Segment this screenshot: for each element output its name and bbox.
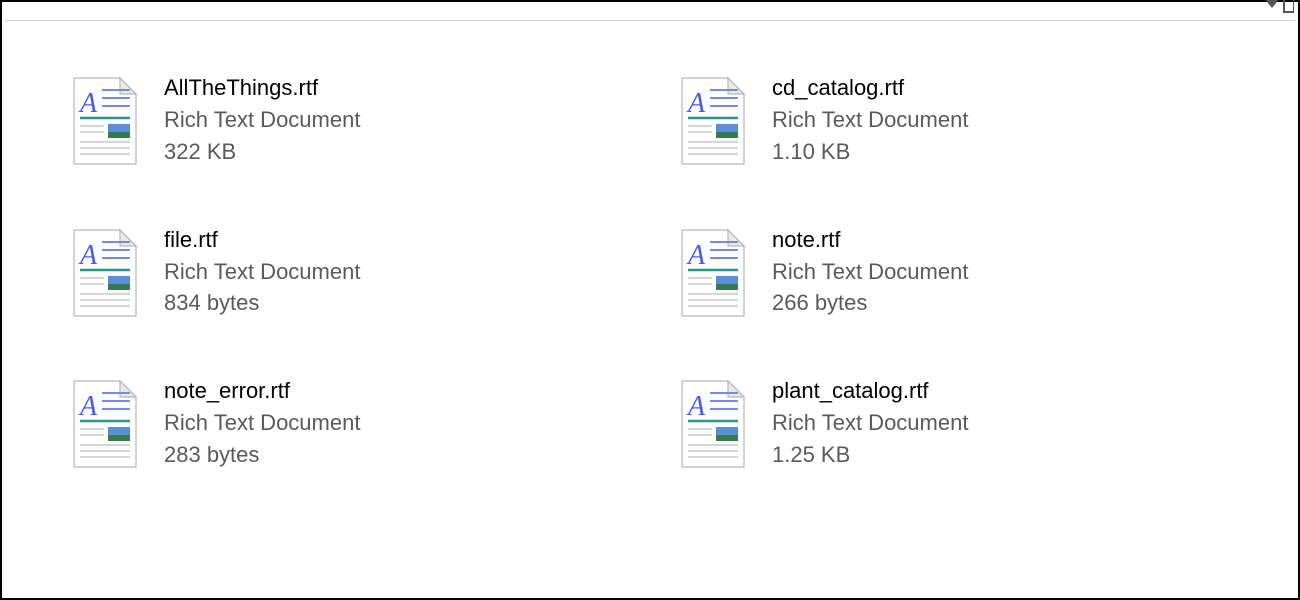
file-item[interactable]: A note_error.rtf Rich Text Document 283 … bbox=[72, 375, 620, 471]
rtf-file-icon: A bbox=[680, 379, 746, 469]
file-type: Rich Text Document bbox=[772, 407, 968, 439]
file-size: 322 KB bbox=[164, 136, 360, 168]
file-size: 1.10 KB bbox=[772, 136, 968, 168]
file-info: file.rtf Rich Text Document 834 bytes bbox=[164, 224, 360, 320]
file-item[interactable]: A AllTheThings.rtf Rich Text Document 32… bbox=[72, 72, 620, 168]
rtf-file-icon: A bbox=[72, 76, 138, 166]
file-grid: A AllTheThings.rtf Rich Text Document 32… bbox=[2, 2, 1298, 471]
rtf-file-icon: A bbox=[72, 379, 138, 469]
file-name: AllTheThings.rtf bbox=[164, 72, 360, 104]
file-info: AllTheThings.rtf Rich Text Document 322 … bbox=[164, 72, 360, 168]
file-type: Rich Text Document bbox=[164, 104, 360, 136]
svg-text:A: A bbox=[78, 240, 98, 271]
svg-text:A: A bbox=[686, 88, 706, 119]
svg-text:A: A bbox=[78, 88, 98, 119]
svg-text:A: A bbox=[686, 240, 706, 271]
file-size: 266 bytes bbox=[772, 287, 968, 319]
file-name: cd_catalog.rtf bbox=[772, 72, 968, 104]
file-item[interactable]: A plant_catalog.rtf Rich Text Document 1… bbox=[680, 375, 1228, 471]
file-name: plant_catalog.rtf bbox=[772, 375, 968, 407]
file-type: Rich Text Document bbox=[772, 104, 968, 136]
svg-text:A: A bbox=[78, 391, 98, 422]
file-size: 283 bytes bbox=[164, 439, 360, 471]
file-item[interactable]: A cd_catalog.rtf Rich Text Document 1.10… bbox=[680, 72, 1228, 168]
corner-decor-icon bbox=[1264, 0, 1294, 14]
file-name: note_error.rtf bbox=[164, 375, 360, 407]
rtf-file-icon: A bbox=[680, 76, 746, 166]
top-divider bbox=[5, 20, 1295, 21]
file-type: Rich Text Document bbox=[164, 407, 360, 439]
file-type: Rich Text Document bbox=[164, 256, 360, 288]
rtf-file-icon: A bbox=[72, 228, 138, 318]
file-item[interactable]: A file.rtf Rich Text Document 834 bytes bbox=[72, 224, 620, 320]
file-info: note_error.rtf Rich Text Document 283 by… bbox=[164, 375, 360, 471]
file-info: note.rtf Rich Text Document 266 bytes bbox=[772, 224, 968, 320]
file-info: plant_catalog.rtf Rich Text Document 1.2… bbox=[772, 375, 968, 471]
file-info: cd_catalog.rtf Rich Text Document 1.10 K… bbox=[772, 72, 968, 168]
file-size: 834 bytes bbox=[164, 287, 360, 319]
rtf-file-icon: A bbox=[680, 228, 746, 318]
file-name: note.rtf bbox=[772, 224, 968, 256]
file-size: 1.25 KB bbox=[772, 439, 968, 471]
file-type: Rich Text Document bbox=[772, 256, 968, 288]
file-item[interactable]: A note.rtf Rich Text Document 266 bytes bbox=[680, 224, 1228, 320]
file-name: file.rtf bbox=[164, 224, 360, 256]
svg-text:A: A bbox=[686, 391, 706, 422]
